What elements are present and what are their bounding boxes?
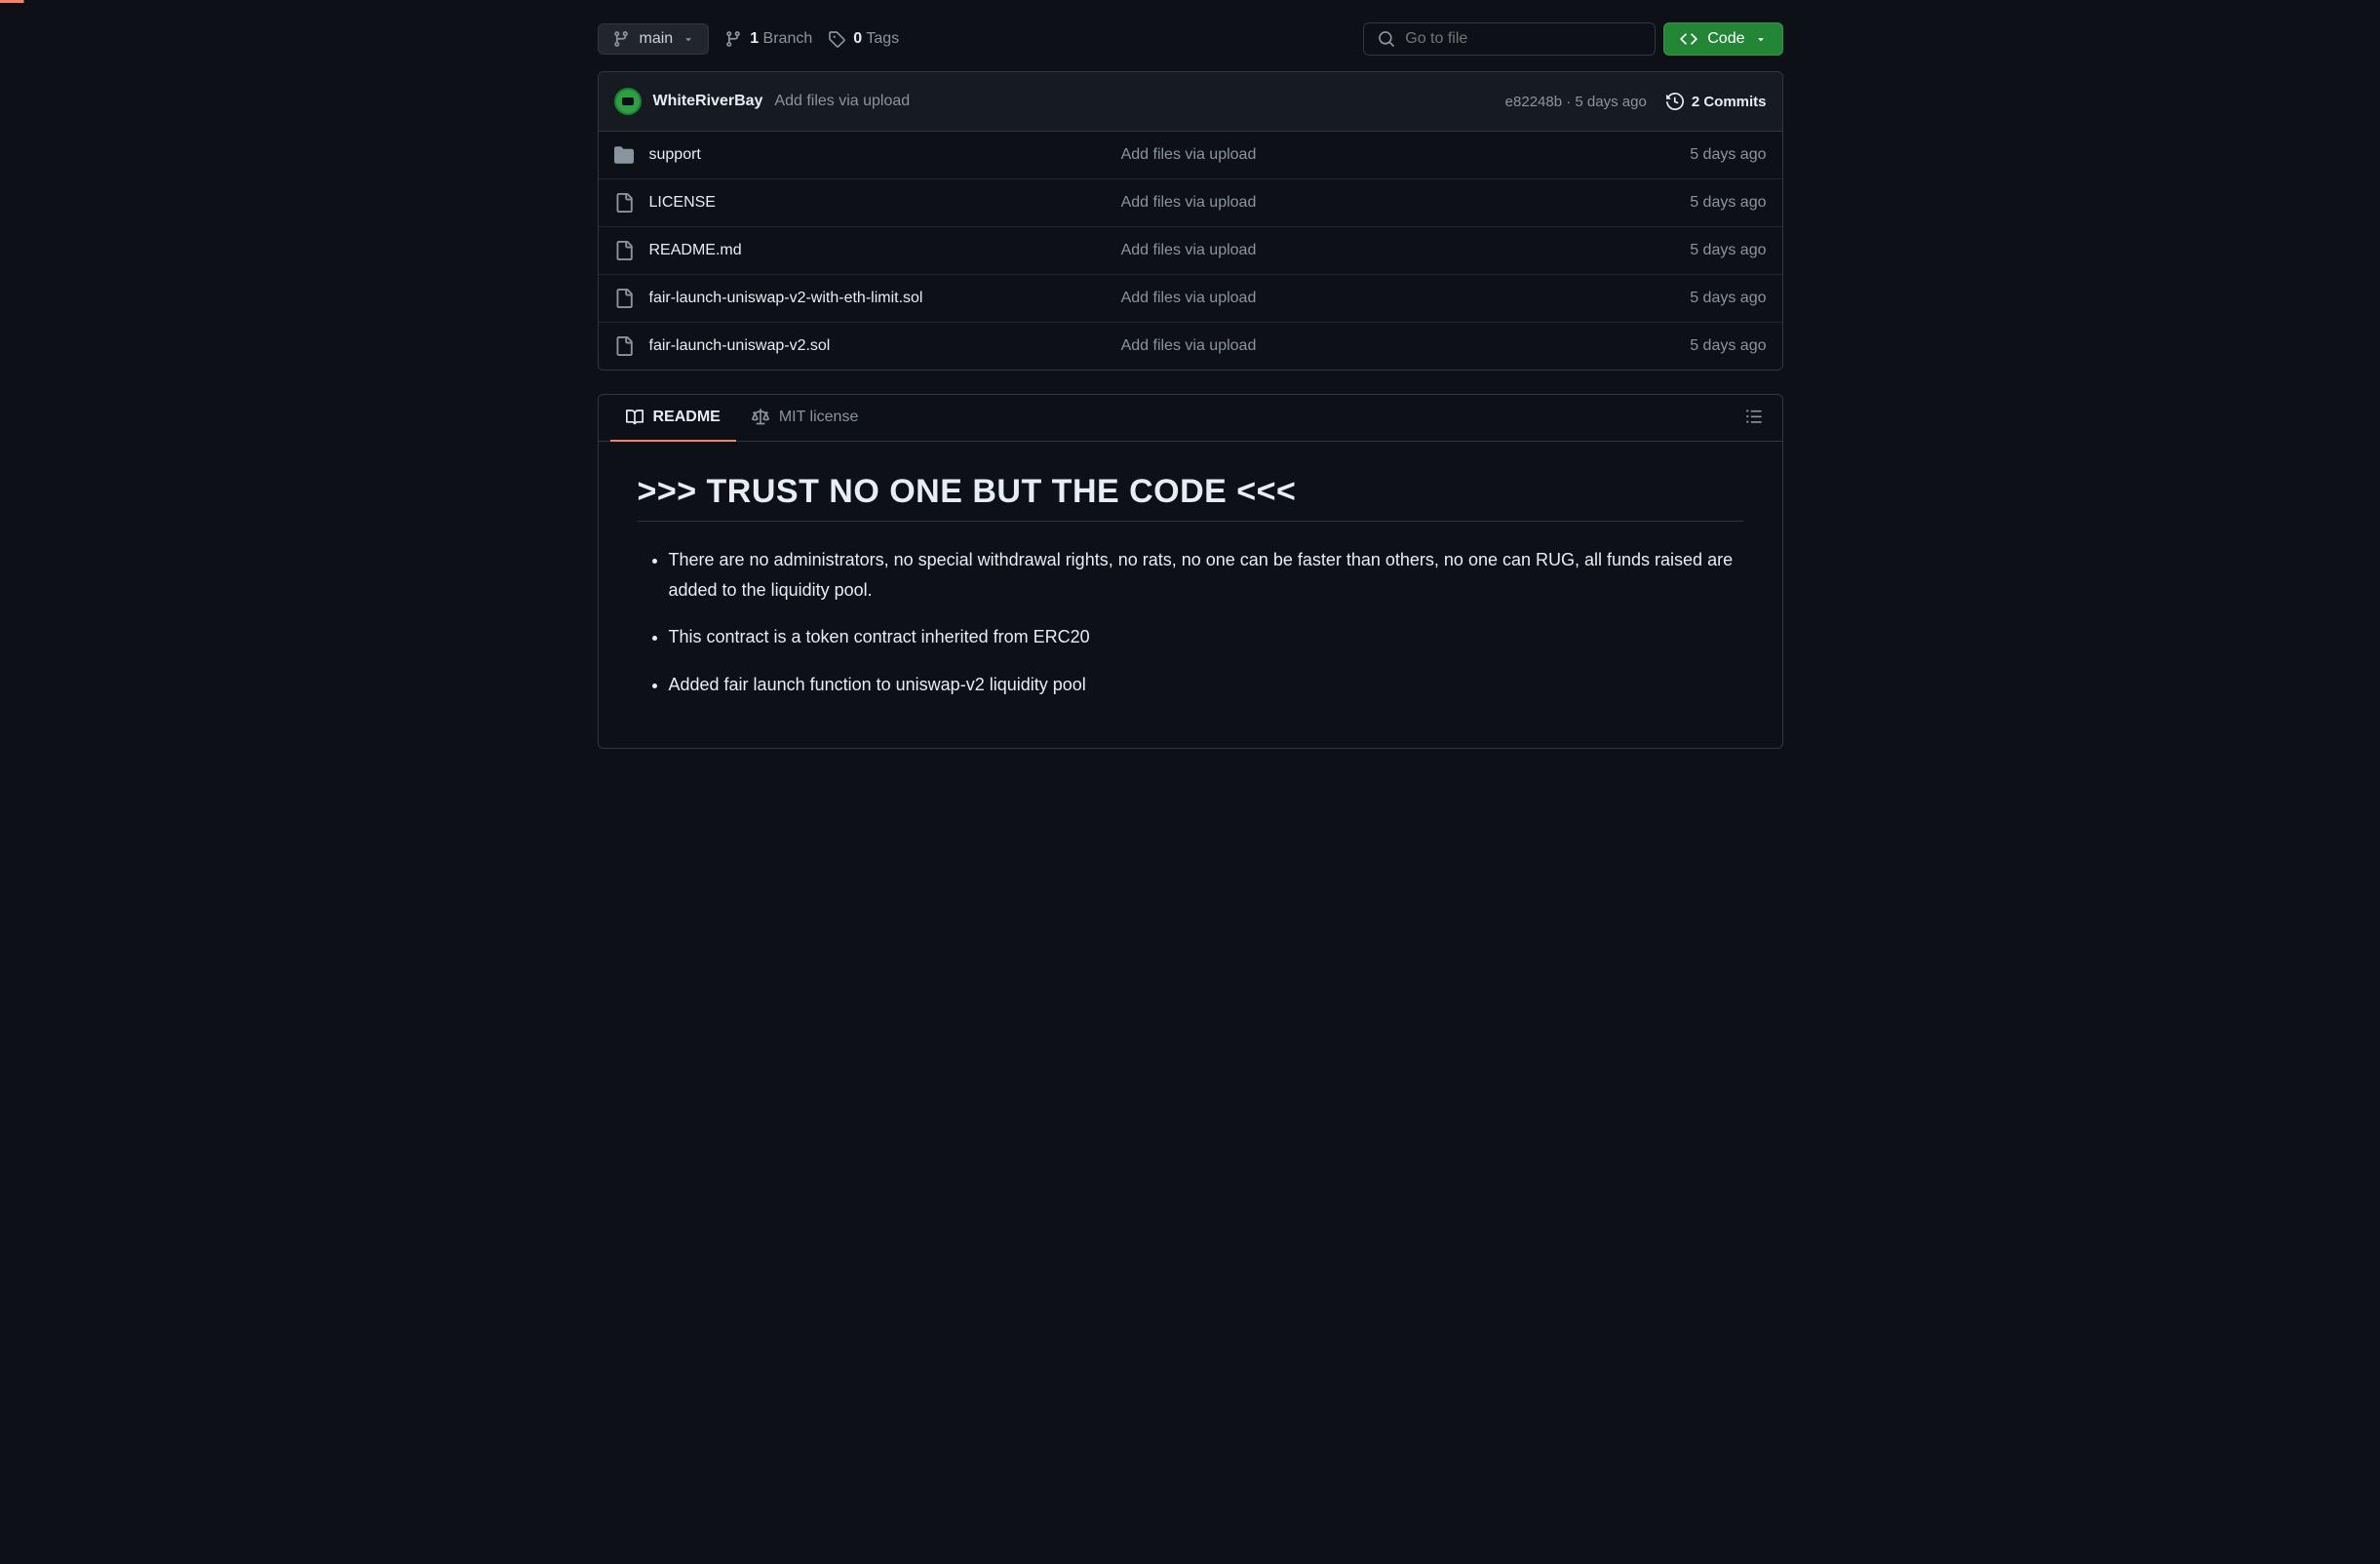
- branches-link[interactable]: 1 Branch: [724, 30, 812, 48]
- outline-button[interactable]: [1737, 400, 1771, 436]
- tab-license-label: MIT license: [779, 409, 859, 426]
- table-row: fair-launch-uniswap-v2-with-eth-limit.so…: [599, 275, 1782, 323]
- tag-count: 0: [853, 30, 862, 47]
- commit-info: WhiteRiverBay Add files via upload: [614, 88, 911, 115]
- file-link[interactable]: fair-launch-uniswap-v2-with-eth-limit.so…: [649, 290, 923, 307]
- file-time: 5 days ago: [1581, 146, 1766, 164]
- code-button[interactable]: Code: [1663, 22, 1782, 56]
- git-branch-icon: [612, 30, 630, 48]
- file-link[interactable]: support: [649, 146, 701, 164]
- file-link[interactable]: README.md: [649, 242, 742, 259]
- file-link[interactable]: LICENSE: [649, 194, 716, 212]
- file-time: 5 days ago: [1581, 290, 1766, 307]
- branch-selector[interactable]: main: [598, 23, 710, 55]
- book-icon: [626, 409, 644, 426]
- file-name-cell: support: [614, 145, 1121, 165]
- file-time: 5 days ago: [1581, 337, 1766, 355]
- commit-meta: e82248b · 5 days ago 2 Commits: [1505, 93, 1767, 110]
- file-time: 5 days ago: [1581, 242, 1766, 259]
- readme-heading: >>> TRUST NO ONE BUT THE CODE <<<: [638, 473, 1743, 522]
- code-icon: [1680, 30, 1697, 48]
- file-search[interactable]: [1363, 22, 1656, 56]
- file-commit-msg[interactable]: Add files via upload: [1121, 290, 1582, 307]
- file-icon: [614, 241, 634, 260]
- readme-tabs: README MIT license: [599, 395, 1782, 442]
- search-input[interactable]: [1405, 30, 1641, 48]
- file-icon: [614, 289, 634, 308]
- file-icon: [614, 193, 634, 213]
- tag-icon: [828, 30, 845, 48]
- branch-label: Branch: [763, 30, 813, 47]
- search-icon: [1378, 30, 1395, 48]
- list-item: This contract is a token contract inheri…: [669, 622, 1743, 652]
- toolbar-left: main 1 Branch 0 Tags: [598, 23, 900, 55]
- commit-time: 5 days ago: [1575, 94, 1646, 110]
- file-commit-msg[interactable]: Add files via upload: [1121, 146, 1582, 164]
- file-icon: [614, 336, 634, 356]
- file-link[interactable]: fair-launch-uniswap-v2.sol: [649, 337, 831, 355]
- repo-toolbar: main 1 Branch 0 Tags: [598, 3, 1783, 71]
- latest-commit-bar: WhiteRiverBay Add files via upload e8224…: [599, 72, 1782, 132]
- file-commit-msg[interactable]: Add files via upload: [1121, 242, 1582, 259]
- list-item: There are no administrators, no special …: [669, 545, 1743, 605]
- avatar[interactable]: [614, 88, 642, 115]
- tag-label: Tags: [866, 30, 899, 47]
- file-name-cell: README.md: [614, 241, 1121, 260]
- file-commit-msg[interactable]: Add files via upload: [1121, 337, 1582, 355]
- tab-license[interactable]: MIT license: [736, 395, 875, 442]
- tags-link[interactable]: 0 Tags: [828, 30, 899, 48]
- table-row: LICENSE Add files via upload5 days ago: [599, 179, 1782, 227]
- list-icon: [1745, 408, 1763, 425]
- readme-body: >>> TRUST NO ONE BUT THE CODE <<< There …: [599, 442, 1782, 748]
- tab-readme-label: README: [653, 409, 721, 426]
- file-name-cell: fair-launch-uniswap-v2.sol: [614, 336, 1121, 356]
- list-item: Added fair launch function to uniswap-v2…: [669, 670, 1743, 700]
- readme-container: README MIT license >>> TRUST NO ONE BUT …: [598, 394, 1783, 749]
- readme-list: There are no administrators, no special …: [638, 545, 1743, 699]
- toolbar-right: Code: [1363, 22, 1782, 56]
- file-name-cell: LICENSE: [614, 193, 1121, 213]
- chevron-down-icon: [1755, 33, 1767, 45]
- file-listing: WhiteRiverBay Add files via upload e8224…: [598, 71, 1783, 371]
- git-branch-icon: [724, 30, 742, 48]
- file-name-cell: fair-launch-uniswap-v2-with-eth-limit.so…: [614, 289, 1121, 308]
- readme-tabs-left: README MIT license: [610, 395, 875, 441]
- law-icon: [752, 409, 769, 426]
- history-icon: [1666, 93, 1684, 110]
- commits-count: 2 Commits: [1692, 94, 1767, 110]
- branch-count: 1: [750, 30, 759, 47]
- tab-readme[interactable]: README: [610, 395, 736, 442]
- branch-name: main: [640, 30, 674, 48]
- code-button-label: Code: [1707, 30, 1744, 48]
- commits-link[interactable]: 2 Commits: [1666, 93, 1767, 110]
- table-row: fair-launch-uniswap-v2.sol Add files via …: [599, 323, 1782, 370]
- file-commit-msg[interactable]: Add files via upload: [1121, 194, 1582, 212]
- folder-icon: [614, 145, 634, 165]
- table-row: support Add files via upload5 days ago: [599, 132, 1782, 179]
- commit-hash[interactable]: e82248b: [1505, 94, 1562, 110]
- chevron-down-icon: [683, 33, 694, 45]
- commit-author[interactable]: WhiteRiverBay: [653, 93, 763, 110]
- table-row: README.md Add files via upload5 days ago: [599, 227, 1782, 275]
- commit-message[interactable]: Add files via upload: [774, 93, 910, 110]
- file-time: 5 days ago: [1581, 194, 1766, 212]
